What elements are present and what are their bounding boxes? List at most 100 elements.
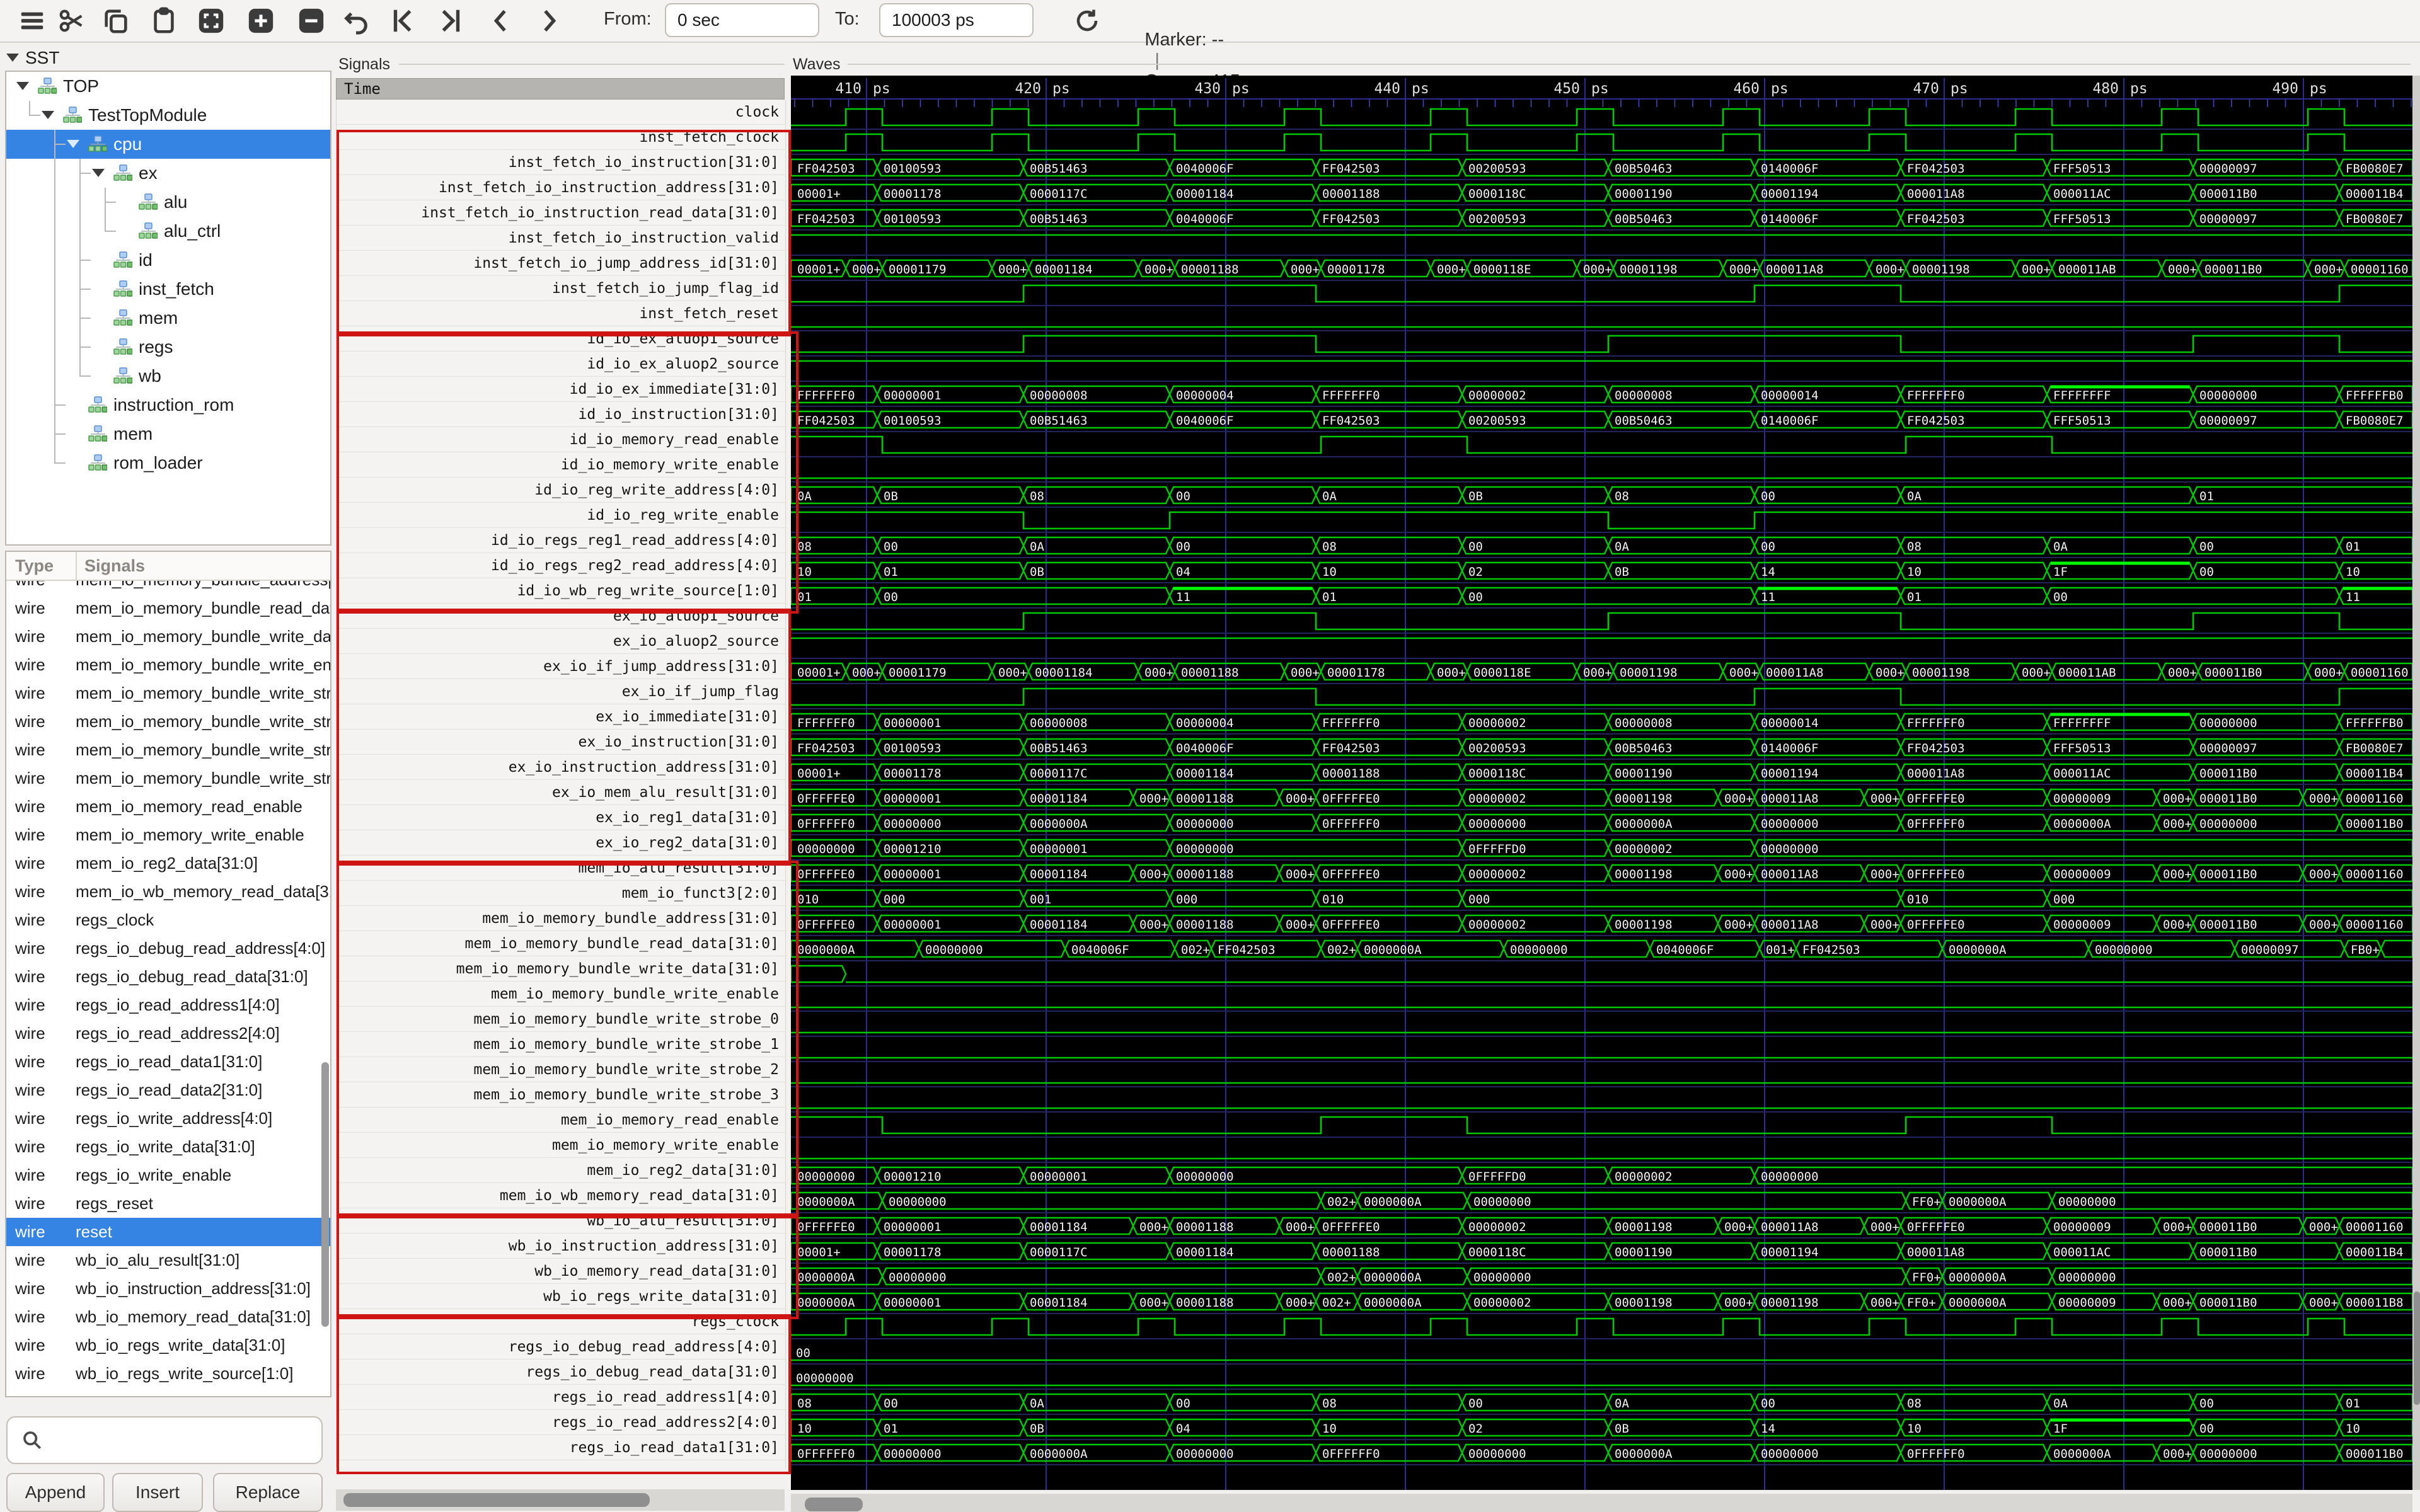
signal-name-ex_io_aluop2_source[interactable]: ex_io_aluop2_source [337,629,785,654]
signal-name-wb_io_alu_result-31-0-[interactable]: wb_io_alu_result[31:0] [337,1208,785,1234]
wire-row-regs_io_debug_read_data-31-0-[interactable]: wireregs_io_debug_read_data[31:0] [6,963,330,991]
signal-name-id_io_ex_aluop2_source[interactable]: id_io_ex_aluop2_source [337,352,785,377]
wire-row-regs_io_write_data-31-0-[interactable]: wireregs_io_write_data[31:0] [6,1133,330,1161]
waves-vscrollbar-thumb[interactable] [2414,1292,2420,1405]
chevron-right-icon[interactable] [533,5,565,37]
signal-name-mem_io_memory_bundle_read_data-31-0-[interactable]: mem_io_memory_bundle_read_data[31:0] [337,931,785,956]
tree-item-wb[interactable]: wb [6,362,330,391]
signal-name-id_io_ex_immediate-31-0-[interactable]: id_io_ex_immediate[31:0] [337,377,785,402]
signal-name-mem_io_memory_read_enable[interactable]: mem_io_memory_read_enable [337,1108,785,1133]
signal-name-wb_io_instruction_address-31-0-[interactable]: wb_io_instruction_address[31:0] [337,1234,785,1259]
column-divider[interactable] [76,552,77,580]
signal-name-ex_io_instruction-31-0-[interactable]: ex_io_instruction[31:0] [337,730,785,755]
signal-name-wb_io_memory_read_data-31-0-[interactable]: wb_io_memory_read_data[31:0] [337,1259,785,1284]
signal-name-inst_fetch_io_instruction_valid[interactable]: inst_fetch_io_instruction_valid [337,226,785,251]
signal-name-mem_io_memory_bundle_write_data-31-0-[interactable]: mem_io_memory_bundle_write_data[31:0] [337,956,785,982]
signal-name-id_io_reg_write_address-4-0-[interactable]: id_io_reg_write_address[4:0] [337,478,785,503]
signal-name-ex_io_reg1_data-31-0-[interactable]: ex_io_reg1_data[31:0] [337,805,785,830]
copy-icon[interactable] [100,5,132,37]
signal-name-mem_io_memory_bundle_address-31-0-[interactable]: mem_io_memory_bundle_address[31:0] [337,906,785,931]
sst-section-header[interactable]: SST [6,48,59,68]
wire-row-mem_io_memory_bundle_read_data-[interactable]: wiremem_io_memory_bundle_read_data[ [6,594,330,622]
waves-hscrollbar[interactable] [791,1494,2412,1512]
wire-row-regs_io_read_address1-4-0-[interactable]: wireregs_io_read_address1[4:0] [6,991,330,1019]
signals-hscrollbar[interactable] [336,1489,785,1511]
wire-row-regs_io_debug_read_address-4-0-[interactable]: wireregs_io_debug_read_address[4:0] [6,934,330,963]
replace-button[interactable]: Replace [213,1473,323,1512]
undo-icon[interactable] [340,5,372,37]
wave-display[interactable]: 410ps420ps430ps440ps450ps460ps470ps480ps… [791,76,2412,1490]
signal-name-wb_io_regs_write_data-31-0-[interactable]: wb_io_regs_write_data[31:0] [337,1284,785,1309]
signal-name-inst_fetch_reset[interactable]: inst_fetch_reset [337,301,785,326]
signal-name-inst_fetch_io_jump_address_id-31-0-[interactable]: inst_fetch_io_jump_address_id[31:0] [337,251,785,276]
expander-triangle-icon[interactable] [92,169,113,178]
to-input[interactable] [879,3,1034,37]
signal-name-mem_io_memory_write_enable[interactable]: mem_io_memory_write_enable [337,1133,785,1158]
signal-name-regs_io_debug_read_address-4-0-[interactable]: regs_io_debug_read_address[4:0] [337,1334,785,1360]
tree-item-mem[interactable]: mem [6,420,330,449]
signal-name-ex_io_if_jump_flag[interactable]: ex_io_if_jump_flag [337,679,785,704]
skip-end-icon[interactable] [435,5,466,37]
signal-name-mem_io_wb_memory_read_data-31-0-[interactable]: mem_io_wb_memory_read_data[31:0] [337,1183,785,1208]
wire-row-wb_io_regs_write_data-31-0-[interactable]: wirewb_io_regs_write_data[31:0] [6,1331,330,1360]
signal-name-inst_fetch_clock[interactable]: inst_fetch_clock [337,125,785,150]
tree-item-id[interactable]: id [6,246,330,275]
signal-name-inst_fetch_io_instruction_read_data-31-0-[interactable]: inst_fetch_io_instruction_read_data[31:0… [337,200,785,226]
paste-icon[interactable] [148,5,180,37]
signal-name-ex_io_immediate-31-0-[interactable]: ex_io_immediate[31:0] [337,704,785,730]
signal-name-id_io_reg_write_enable[interactable]: id_io_reg_write_enable [337,503,785,528]
wire-row-mem_io_memory_bundle_write_enab[interactable]: wiremem_io_memory_bundle_write_enab [6,651,330,679]
expander-triangle-icon[interactable] [42,111,63,120]
signal-name-id_io_regs_reg2_read_address-4-0-[interactable]: id_io_regs_reg2_read_address[4:0] [337,553,785,578]
column-signals[interactable]: Signals [84,556,145,576]
wire-row-regs_clock[interactable]: wireregs_clock [6,906,330,934]
cut-icon[interactable] [56,5,88,37]
from-input[interactable] [665,3,819,37]
tree-item-alu[interactable]: alu [6,188,330,217]
tree-item-TestTopModule[interactable]: TestTopModule [6,101,330,130]
waves-hscrollbar-thumb[interactable] [805,1498,863,1511]
menu-icon[interactable] [16,5,48,37]
wire-row-regs_io_read_address2-4-0-[interactable]: wireregs_io_read_address2[4:0] [6,1019,330,1048]
wire-row-regs_io_write_address-4-0-[interactable]: wireregs_io_write_address[4:0] [6,1104,330,1133]
signals-hscrollbar-thumb[interactable] [343,1493,650,1507]
signal-name-mem_io_memory_bundle_write_enable[interactable]: mem_io_memory_bundle_write_enable [337,982,785,1007]
time-header[interactable]: Time [336,78,785,100]
zoom-out-icon[interactable] [296,5,327,37]
signal-name-mem_io_memory_bundle_write_strobe_0[interactable]: mem_io_memory_bundle_write_strobe_0 [337,1007,785,1032]
wire-row-wb_io_instruction_address-31-0-[interactable]: wirewb_io_instruction_address[31:0] [6,1274,330,1303]
wire-row-wb_io_memory_read_data-31-0-[interactable]: wirewb_io_memory_read_data[31:0] [6,1303,330,1331]
wire-row-regs_io_write_enable[interactable]: wireregs_io_write_enable [6,1161,330,1189]
signal-name-clock[interactable]: clock [337,100,785,125]
wire-row-mem_io_reg2_data-31-0-[interactable]: wiremem_io_reg2_data[31:0] [6,849,330,878]
wire-row-wb_io_regs_write_source-1-0-[interactable]: wirewb_io_regs_write_source[1:0] [6,1360,330,1388]
signal-name-id_io_wb_reg_write_source-1-0-[interactable]: id_io_wb_reg_write_source[1:0] [337,578,785,604]
signal-name-regs_io_read_address2-4-0-[interactable]: regs_io_read_address2[4:0] [337,1410,785,1435]
tree-item-mem[interactable]: mem [6,304,330,333]
tree-item-ex[interactable]: ex [6,159,330,188]
signal-name-mem_io_alu_result-31-0-[interactable]: mem_io_alu_result[31:0] [337,856,785,881]
signal-name-mem_io_memory_bundle_write_strobe_3[interactable]: mem_io_memory_bundle_write_strobe_3 [337,1082,785,1108]
tree-item-inst_fetch[interactable]: inst_fetch [6,275,330,304]
tree-item-instruction_rom[interactable]: instruction_rom [6,391,330,420]
signal-name-regs_io_read_address1-4-0-[interactable]: regs_io_read_address1[4:0] [337,1385,785,1410]
append-button[interactable]: Append [6,1473,105,1512]
signal-name-ex_io_instruction_address-31-0-[interactable]: ex_io_instruction_address[31:0] [337,755,785,780]
signal-name-id_io_regs_reg1_read_address-4-0-[interactable]: id_io_regs_reg1_read_address[4:0] [337,528,785,553]
signal-name-regs_io_debug_read_data-31-0-[interactable]: regs_io_debug_read_data[31:0] [337,1360,785,1385]
signal-name-inst_fetch_io_instruction-31-0-[interactable]: inst_fetch_io_instruction[31:0] [337,150,785,175]
signal-name-ex_io_aluop1_source[interactable]: ex_io_aluop1_source [337,604,785,629]
wire-row-mem_io_memory_bundle_write_strob[interactable]: wiremem_io_memory_bundle_write_strob [6,707,330,736]
tree-item-regs[interactable]: regs [6,333,330,362]
signal-name-regs_clock[interactable]: regs_clock [337,1309,785,1334]
tree-item-rom_loader[interactable]: rom_loader [6,449,330,478]
chevron-left-icon[interactable] [485,5,517,37]
wire-row-mem_io_memory_bundle_address-31-0-[interactable]: wiremem_io_memory_bundle_address[31:0] [6,581,330,594]
signal-name-mem_io_memory_bundle_write_strobe_1[interactable]: mem_io_memory_bundle_write_strobe_1 [337,1032,785,1057]
signal-name-id_io_memory_write_enable[interactable]: id_io_memory_write_enable [337,452,785,478]
wire-row-regs_io_read_data1-31-0-[interactable]: wireregs_io_read_data1[31:0] [6,1048,330,1076]
signal-name-id_io_ex_aluop1_source[interactable]: id_io_ex_aluop1_source [337,326,785,352]
wire-row-reset[interactable]: wirereset [6,1218,330,1246]
signal-name-ex_io_if_jump_address-31-0-[interactable]: ex_io_if_jump_address[31:0] [337,654,785,679]
wire-row-mem_io_memory_bundle_write_data[interactable]: wiremem_io_memory_bundle_write_data [6,622,330,651]
